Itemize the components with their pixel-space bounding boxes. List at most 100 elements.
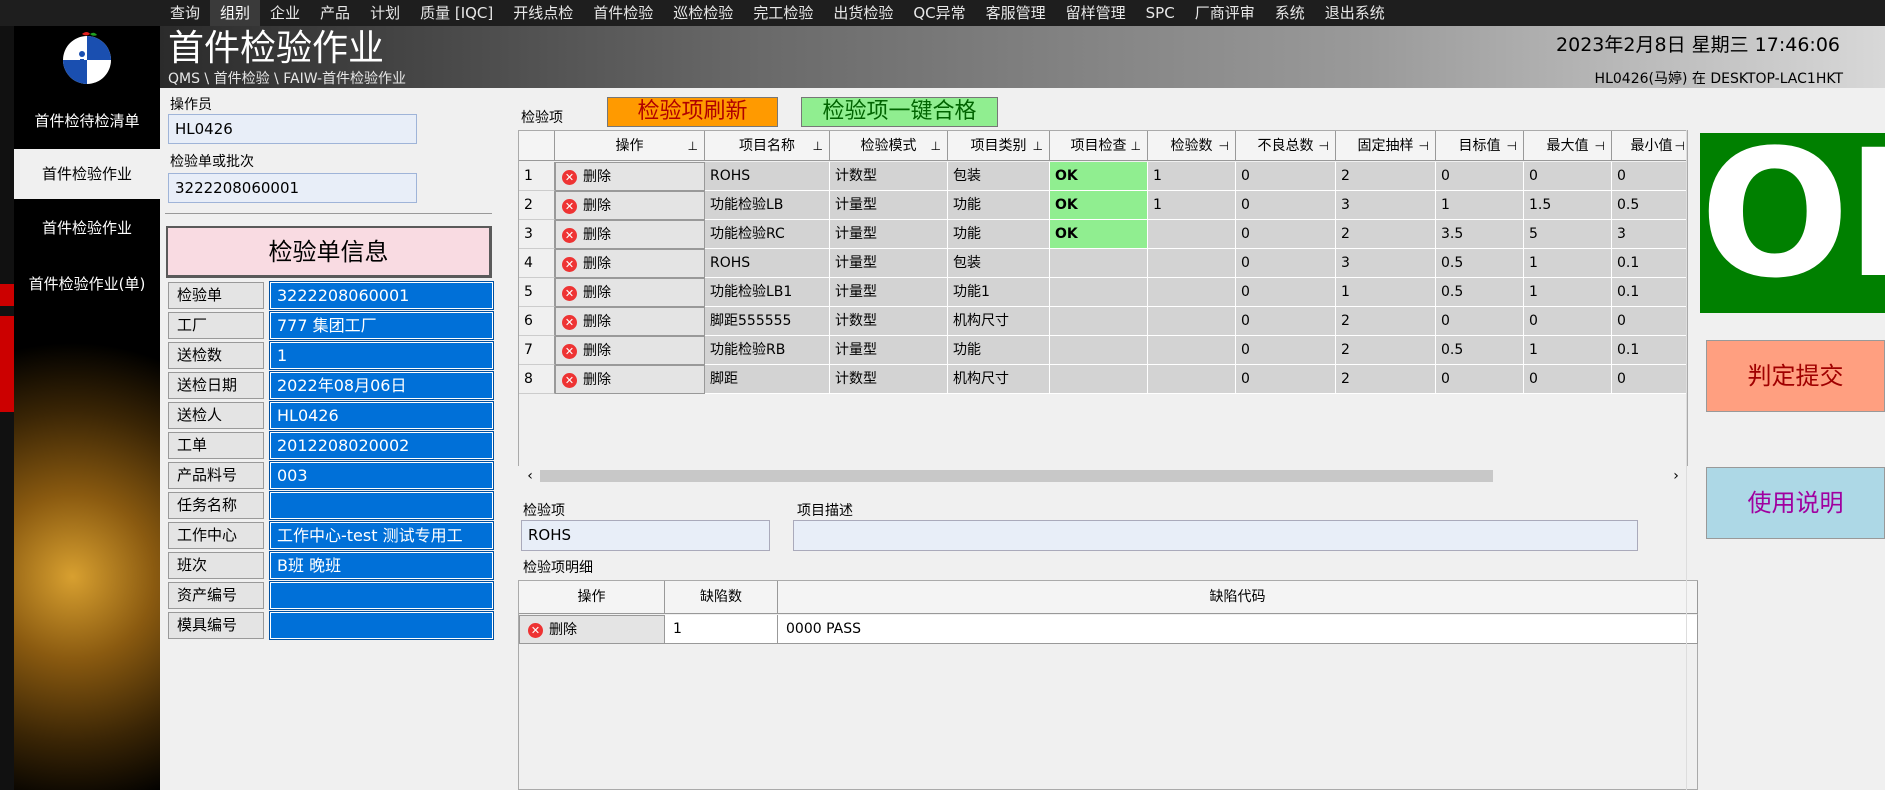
- cell-check[interactable]: [1050, 249, 1148, 278]
- order-field[interactable]: 3222208060001: [168, 173, 417, 203]
- cell-name[interactable]: 功能检验RC: [705, 220, 830, 249]
- pin-icon[interactable]: ⊣: [1219, 131, 1229, 161]
- cell-name[interactable]: 脚距555555: [705, 307, 830, 336]
- grid-col-header[interactable]: 项目检查 ⊥: [1050, 131, 1148, 161]
- row-delete-button[interactable]: ✕ 删除: [555, 220, 705, 249]
- submit-judgment-button[interactable]: 判定提交: [1706, 340, 1885, 412]
- grid-col-header[interactable]: 不良总数 ⊣: [1236, 131, 1336, 161]
- cell-min[interactable]: 0.1: [1612, 336, 1687, 365]
- cell-cat[interactable]: 机构尺寸: [948, 365, 1050, 394]
- cell-bad[interactable]: 0: [1236, 220, 1336, 249]
- pin-icon[interactable]: ⊣: [1675, 131, 1685, 161]
- detail-item-field[interactable]: ROHS: [521, 520, 770, 551]
- cell-count[interactable]: 1: [1148, 162, 1236, 191]
- cell-max[interactable]: 1: [1524, 336, 1612, 365]
- menu-item-customer-service[interactable]: 客服管理: [976, 0, 1056, 26]
- cell-cat[interactable]: 功能: [948, 336, 1050, 365]
- cell-bad[interactable]: 0: [1236, 249, 1336, 278]
- pin-icon[interactable]: ⊣: [1595, 131, 1605, 161]
- cell-cat[interactable]: 功能: [948, 220, 1050, 249]
- pin-icon[interactable]: ⊥: [931, 131, 941, 161]
- grid-col-header[interactable]: 最大值 ⊣: [1524, 131, 1612, 161]
- menu-item-line-check[interactable]: 开线点检: [503, 0, 583, 26]
- row-delete-button[interactable]: ✕ 删除: [555, 307, 705, 336]
- cell-name[interactable]: ROHS: [705, 162, 830, 191]
- cell-name[interactable]: 功能检验LB1: [705, 278, 830, 307]
- cell-count[interactable]: [1148, 365, 1236, 394]
- grid-col-header[interactable]: 项目类别 ⊥: [948, 131, 1050, 161]
- cell-target[interactable]: 0: [1436, 162, 1524, 191]
- menu-item-patrol[interactable]: 巡检检验: [663, 0, 743, 26]
- cell-mode[interactable]: 计量型: [830, 278, 948, 307]
- defect-code-cell[interactable]: 0000 PASS: [778, 615, 1698, 644]
- menu-item-spc[interactable]: SPC: [1136, 0, 1185, 26]
- cell-min[interactable]: 0: [1612, 162, 1687, 191]
- cell-count[interactable]: [1148, 220, 1236, 249]
- cell-sample[interactable]: 3: [1336, 249, 1436, 278]
- cell-check[interactable]: [1050, 365, 1148, 394]
- cell-min[interactable]: 0: [1612, 365, 1687, 394]
- defect-col-code[interactable]: 缺陷代码: [778, 581, 1698, 614]
- cell-cat[interactable]: 功能: [948, 191, 1050, 220]
- cell-max[interactable]: 1.5: [1524, 191, 1612, 220]
- cell-check[interactable]: OK: [1050, 191, 1148, 220]
- menu-item-query[interactable]: 查询: [160, 0, 210, 26]
- cell-mode[interactable]: 计量型: [830, 220, 948, 249]
- grid-col-index[interactable]: [519, 131, 555, 161]
- grid-col-header[interactable]: 检验模式 ⊥: [830, 131, 948, 161]
- grid-col-header[interactable]: 操作 ⊥: [555, 131, 705, 161]
- cell-cat[interactable]: 功能1: [948, 278, 1050, 307]
- cell-target[interactable]: 3.5: [1436, 220, 1524, 249]
- cell-check[interactable]: [1050, 336, 1148, 365]
- menu-item-qc-abnormal[interactable]: QC异常: [903, 0, 975, 26]
- menu-item-group[interactable]: 组别: [210, 0, 261, 26]
- row-delete-button[interactable]: ✕ 删除: [555, 162, 705, 191]
- cell-count[interactable]: [1148, 336, 1236, 365]
- sidebar-item-first-article-work[interactable]: 首件检验作业: [14, 149, 160, 199]
- sidebar-collapsed-strip[interactable]: [0, 26, 14, 790]
- cell-max[interactable]: 1: [1524, 278, 1612, 307]
- cell-sample[interactable]: 1: [1336, 278, 1436, 307]
- menu-item-vendor-review[interactable]: 厂商评审: [1185, 0, 1265, 26]
- pin-icon[interactable]: ⊣: [1507, 131, 1517, 161]
- cell-name[interactable]: 功能检验RB: [705, 336, 830, 365]
- sidebar-item-pending-list[interactable]: 首件检待检清单: [14, 96, 160, 146]
- cell-target[interactable]: 0: [1436, 365, 1524, 394]
- cell-count[interactable]: [1148, 307, 1236, 336]
- cell-mode[interactable]: 计数型: [830, 307, 948, 336]
- menu-item-plan[interactable]: 计划: [360, 0, 410, 26]
- horizontal-scrollbar[interactable]: ‹ ›: [518, 466, 1688, 486]
- grid-col-header[interactable]: 目标值 ⊣: [1436, 131, 1524, 161]
- cell-target[interactable]: 0.5: [1436, 249, 1524, 278]
- menu-item-sample[interactable]: 留样管理: [1056, 0, 1136, 26]
- defect-col-count[interactable]: 缺陷数: [665, 581, 778, 614]
- cell-mode[interactable]: 计数型: [830, 365, 948, 394]
- cell-bad[interactable]: 0: [1236, 307, 1336, 336]
- row-delete-button[interactable]: ✕ 删除: [555, 278, 705, 307]
- cell-cat[interactable]: 包装: [948, 162, 1050, 191]
- operator-field[interactable]: HL0426: [168, 114, 417, 144]
- cell-min[interactable]: 0.1: [1612, 249, 1687, 278]
- cell-cat[interactable]: 包装: [948, 249, 1050, 278]
- pin-icon[interactable]: ⊣: [1419, 131, 1429, 161]
- strip-close-icon[interactable]: [0, 284, 14, 306]
- cell-check[interactable]: [1050, 278, 1148, 307]
- cell-mode[interactable]: 计量型: [830, 191, 948, 220]
- sidebar-item-first-article-work-single[interactable]: 首件检验作业(单): [14, 259, 160, 309]
- cell-target[interactable]: 1: [1436, 191, 1524, 220]
- cell-min[interactable]: 0.5: [1612, 191, 1687, 220]
- cell-target[interactable]: 0.5: [1436, 336, 1524, 365]
- pass-all-button[interactable]: 检验项一键合格: [801, 97, 998, 127]
- cell-cat[interactable]: 机构尺寸: [948, 307, 1050, 336]
- defect-count-cell[interactable]: 1: [665, 615, 778, 644]
- cell-sample[interactable]: 2: [1336, 162, 1436, 191]
- scroll-thumb[interactable]: [540, 470, 1493, 482]
- grid-col-header[interactable]: 固定抽样 ⊣: [1336, 131, 1436, 161]
- cell-min[interactable]: 3: [1612, 220, 1687, 249]
- cell-max[interactable]: 0: [1524, 162, 1612, 191]
- menu-item-system[interactable]: 系统: [1265, 0, 1315, 26]
- cell-min[interactable]: 0: [1612, 307, 1687, 336]
- scroll-right-icon[interactable]: ›: [1666, 466, 1686, 486]
- cell-max[interactable]: 0: [1524, 307, 1612, 336]
- cell-sample[interactable]: 3: [1336, 191, 1436, 220]
